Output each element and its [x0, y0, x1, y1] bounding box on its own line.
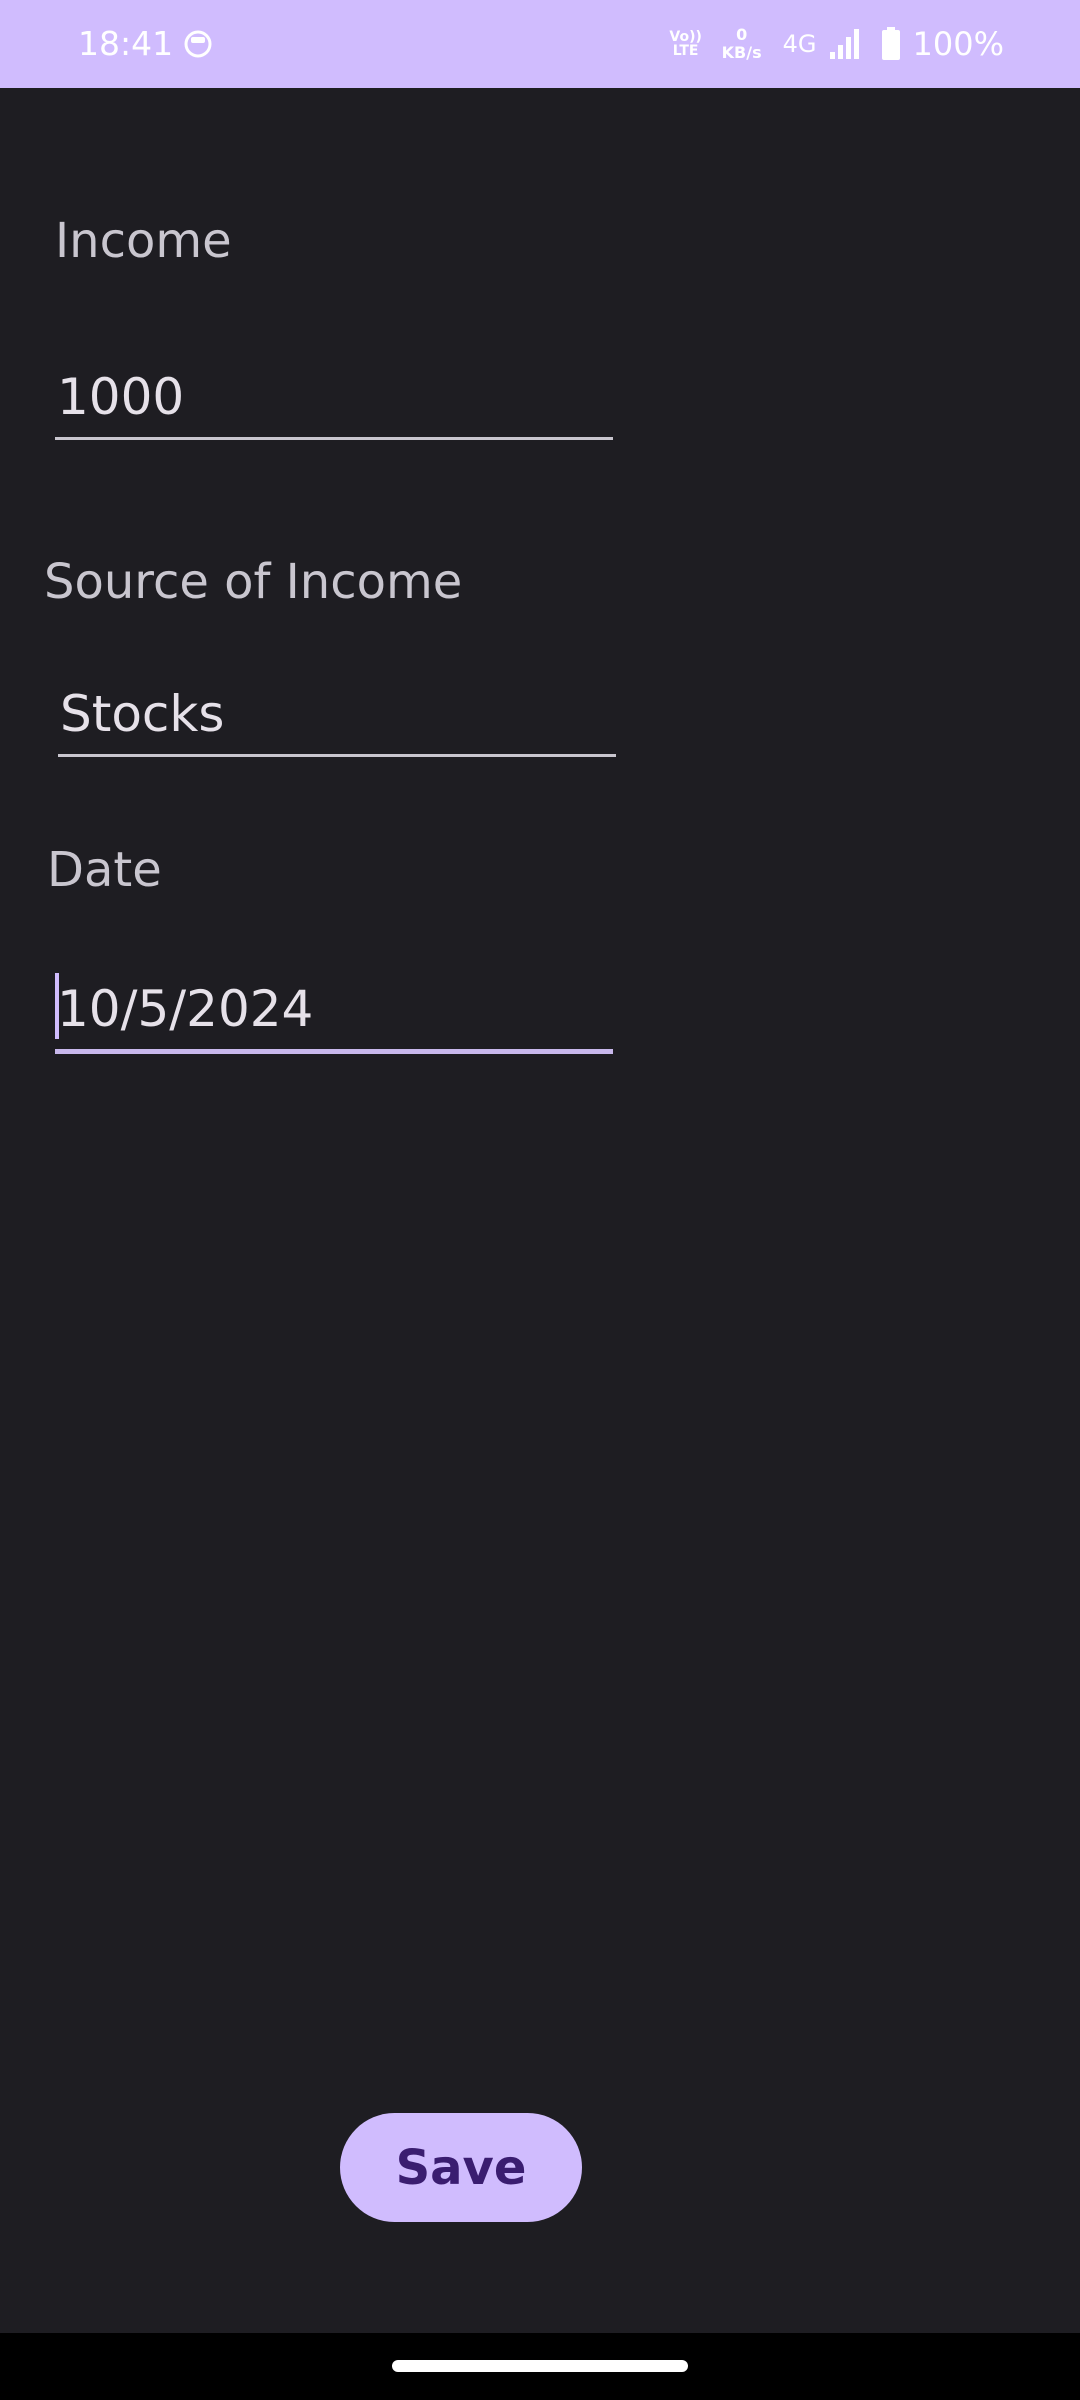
net-speed-value: 0	[736, 25, 748, 44]
net-speed: 0 KB/s	[719, 26, 765, 62]
notification-circle-icon	[184, 30, 212, 58]
volte-top: Vo))	[669, 29, 702, 45]
battery-icon	[881, 27, 900, 60]
net-speed-unit: KB/s	[721, 43, 762, 62]
income-field[interactable]: 1000	[55, 351, 613, 440]
source-label: Source of Income	[44, 554, 463, 610]
date-value: 10/5/2024	[57, 980, 314, 1038]
navigation-bar	[0, 2333, 1080, 2400]
status-icons: Vo)) LTE 0 KB/s 4G 100%	[669, 20, 1004, 68]
battery-percent: 100%	[912, 25, 1004, 63]
screen: 18:41 Vo)) LTE 0 KB/s 4G 100% Income 100…	[0, 0, 1080, 2400]
date-field[interactable]: 10/5/2024	[55, 963, 613, 1054]
home-handle[interactable]	[392, 2360, 688, 2372]
date-label: Date	[47, 842, 162, 898]
save-button[interactable]: Save	[340, 2113, 582, 2222]
income-label: Income	[55, 213, 232, 269]
income-value: 1000	[57, 368, 185, 426]
volte-indicator: Vo)) LTE	[669, 29, 702, 59]
source-field[interactable]: Stocks	[58, 668, 616, 757]
source-value: Stocks	[60, 685, 225, 743]
status-bar: 18:41 Vo)) LTE 0 KB/s 4G 100%	[0, 0, 1080, 88]
network-type: 4G	[782, 30, 817, 58]
volte-bottom: LTE	[672, 43, 699, 59]
signal-icon	[829, 29, 859, 59]
status-time: 18:41	[78, 24, 174, 63]
